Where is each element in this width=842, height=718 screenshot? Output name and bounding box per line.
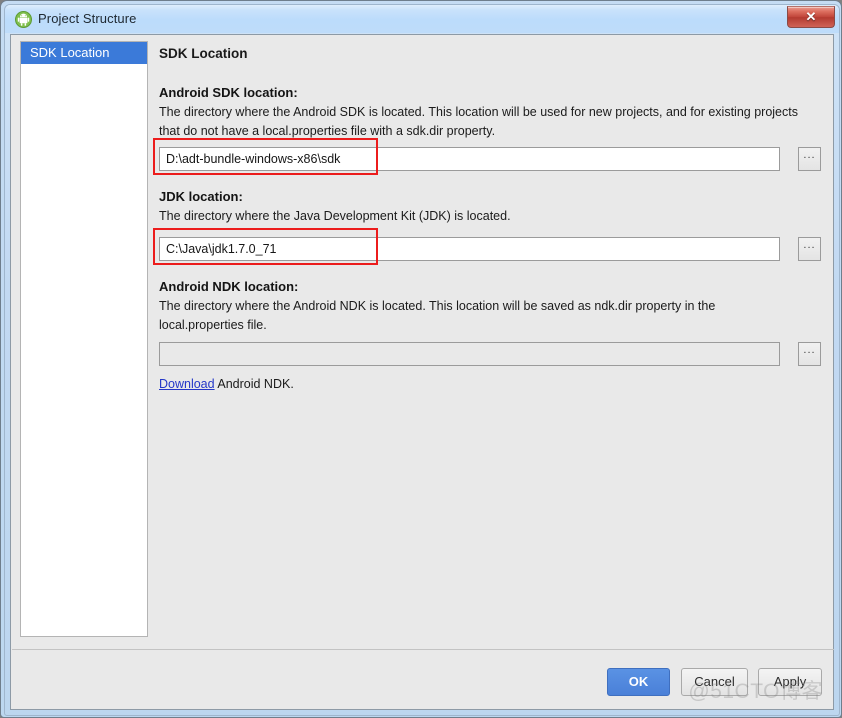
jdk-location-label: JDK location: <box>159 189 243 204</box>
title-bar: Project Structure ✕ <box>5 5 839 33</box>
ok-button[interactable]: OK <box>607 668 670 696</box>
android-sdk-location-description: The directory where the Android SDK is l… <box>159 105 798 138</box>
jdk-location-description: The directory where the Java Development… <box>159 209 511 223</box>
cancel-button[interactable]: Cancel <box>681 668 748 696</box>
settings-pane: SDK Location Android SDK location: The d… <box>157 41 825 641</box>
ellipsis-icon: ... <box>803 239 816 251</box>
close-icon: ✕ <box>805 9 817 24</box>
android-ndk-location-label: Android NDK location: <box>159 279 299 294</box>
footer-separator <box>12 649 834 650</box>
sidebar-item-sdk-location[interactable]: SDK Location <box>21 42 147 64</box>
jdk-location-input[interactable] <box>159 237 780 261</box>
apply-button[interactable]: Apply <box>758 668 822 696</box>
download-ndk-suffix: Android NDK. <box>214 377 294 391</box>
sidebar: SDK Location <box>20 41 148 637</box>
ellipsis-icon: ... <box>803 344 816 356</box>
android-sdk-location-label: Android SDK location: <box>159 85 298 100</box>
sidebar-item-label: SDK Location <box>30 45 110 60</box>
download-ndk-row: Download Android NDK. <box>159 377 294 391</box>
android-ndk-location-description: The directory where the Android NDK is l… <box>159 299 716 332</box>
android-ndk-location-input[interactable] <box>159 342 780 366</box>
project-structure-window: Project Structure ✕ SDK Location SDK Loc… <box>0 0 842 718</box>
android-sdk-browse-button[interactable]: ... <box>798 147 821 171</box>
android-sdk-location-input[interactable] <box>159 147 780 171</box>
jdk-browse-button[interactable]: ... <box>798 237 821 261</box>
download-ndk-link[interactable]: Download <box>159 377 215 391</box>
close-button[interactable]: ✕ <box>787 6 835 28</box>
android-ndk-browse-button[interactable]: ... <box>798 342 821 366</box>
window-title: Project Structure <box>38 11 137 26</box>
page-title: SDK Location <box>159 46 248 61</box>
android-robot-icon <box>15 11 32 28</box>
ellipsis-icon: ... <box>803 149 816 161</box>
dialog-client-area: SDK Location SDK Location Android SDK lo… <box>10 34 834 710</box>
